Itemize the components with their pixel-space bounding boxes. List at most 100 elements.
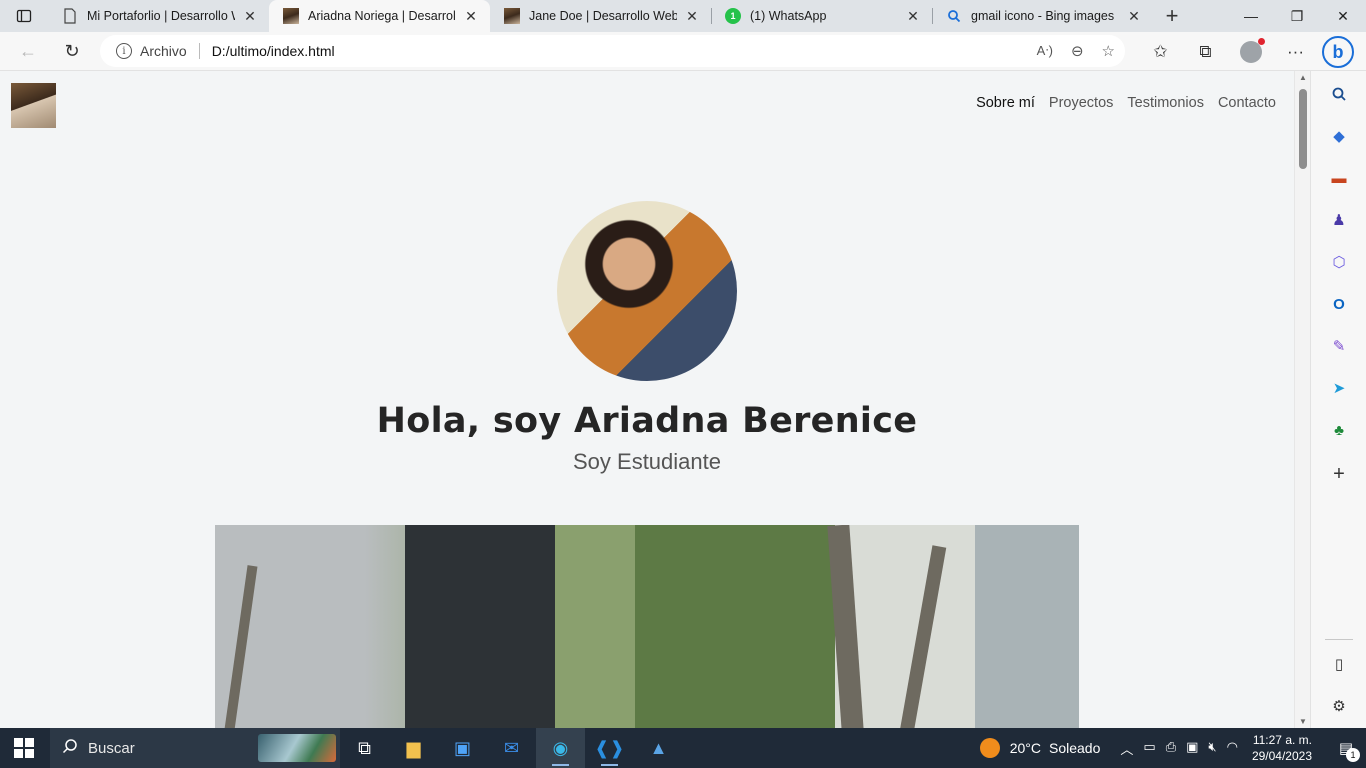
read-aloud-icon[interactable]: Aᐧ) [1037,43,1053,59]
favorites-button[interactable]: ✩ [1138,32,1183,71]
clock-time: 11:27 a. m. [1252,733,1312,747]
whatsapp-icon: 1 [725,8,741,24]
close-icon[interactable]: ✕ [683,7,701,25]
nav-link-testimonials[interactable]: Testimonios [1127,95,1204,111]
search-highlight-image [258,734,336,762]
sidebar-games-icon[interactable]: ♟ [1328,209,1350,231]
device-icon[interactable]: ⎙ [1166,739,1176,758]
sidebar-tools-icon[interactable]: ▬ [1328,167,1350,189]
sidebar-tree-icon[interactable]: ♣ [1328,419,1350,441]
windows-logo-icon [14,738,23,747]
minimize-icon: — [1244,8,1258,24]
volume-muted-icon[interactable]: 🔇︎ [1208,739,1216,758]
sidebar-office-icon[interactable]: ⬡ [1328,251,1350,273]
page-scrollbar[interactable]: ▲ ▼ [1294,71,1310,728]
collections-button[interactable]: ⧉ [1183,32,1228,71]
address-url[interactable]: D:/ultimo/index.html [212,43,335,59]
edge-icon: ◉ [552,737,569,758]
back-button[interactable]: ← [8,35,48,67]
zoom-out-icon[interactable]: ⊖ [1071,42,1084,60]
tab-title: (1) WhatsApp [750,9,827,23]
address-bar[interactable]: i Archivo D:/ultimo/index.html Aᐧ) ⊖ ☆ [100,35,1125,67]
close-icon[interactable]: ✕ [241,7,259,25]
tray-icons: ︿ ▭ ⎙ ▣ 🔇︎ ◠ [1120,739,1238,758]
vscode-taskbar-button[interactable]: ❰❱ [585,728,634,768]
browser-tab[interactable]: gmail icono - Bing images ✕ [932,0,1153,32]
screen-icon[interactable]: ▣ [1186,739,1198,758]
close-icon[interactable]: ✕ [462,7,480,25]
scroll-up-arrow-icon[interactable]: ▲ [1299,73,1307,82]
sidebar-add-icon[interactable]: + [1328,463,1350,485]
sidebar-panel-toggle-icon[interactable]: ▯ [1328,653,1350,675]
more-menu-button[interactable]: ··· [1273,32,1318,71]
close-icon[interactable]: ✕ [904,7,922,25]
weather-widget[interactable]: 20°C Soleado [979,738,1100,758]
favorites-icon: ✩ [1153,41,1168,61]
tab-title: Jane Doe | Desarrollo Web Fr [529,9,677,23]
file-explorer-button[interactable]: ▆ [389,728,438,768]
sidebar-designer-icon[interactable]: ✎ [1328,335,1350,357]
chevron-up-icon[interactable]: ︿ [1120,739,1133,758]
edge-taskbar-button[interactable]: ◉ [536,728,585,768]
minimize-button[interactable]: — [1228,0,1274,32]
taskbar-apps: ⧉ ▆ ▣ ✉ ◉ ❰❱ ▲ [340,728,683,768]
info-icon[interactable]: i [116,43,132,59]
tab-title: gmail icono - Bing images [971,9,1115,23]
add-favorite-icon[interactable]: ☆ [1102,42,1115,60]
battery-icon[interactable]: ▭ [1143,739,1155,758]
browser-tab-strip: Mi Portaforlio | Desarrollo We ✕ Ariadna… [0,0,1366,32]
notification-badge: 1 [1346,748,1360,762]
new-tab-button[interactable]: + [1153,0,1191,32]
windows-taskbar: Buscar ⧉ ▆ ▣ ✉ ◉ ❰❱ ▲ 20°C Soleado ︿ ▭ ⎙… [0,728,1366,768]
taskbar-search[interactable]: Buscar [50,728,340,768]
sidebar-outlook-icon[interactable]: O [1328,293,1350,315]
browser-tab[interactable]: Mi Portaforlio | Desarrollo We ✕ [48,0,269,32]
tab-title: Ariadna Noriega | Desarrollo [308,9,456,23]
sidebar-search-icon[interactable] [1328,83,1350,105]
photo-favicon-icon [504,8,520,24]
nav-link-contact[interactable]: Contacto [1218,95,1276,111]
taskbar-clock[interactable]: 11:27 a. m. 29/04/2023 [1252,732,1312,764]
browser-tab[interactable]: Jane Doe | Desarrollo Web Fr ✕ [490,0,711,32]
browser-toolbar: ← ↻ i Archivo D:/ultimo/index.html Aᐧ) ⊖… [0,32,1366,71]
tab-actions-button[interactable] [0,0,48,32]
scroll-down-arrow-icon[interactable]: ▼ [1299,717,1307,726]
window-controls: — ❐ ✕ [1228,0,1366,32]
back-arrow-icon: ← [19,40,37,61]
weather-temp: 20°C [1009,740,1041,756]
store-button[interactable]: ▣ [438,728,487,768]
task-view-button[interactable]: ⧉ [340,728,389,768]
start-button[interactable] [14,738,34,758]
vscode-icon: ❰❱ [594,737,625,758]
site-nav: Sobre mí Proyectos Testimonios Contacto [976,95,1276,111]
edge-sidebar: ◆ ▬ ♟ ⬡ O ✎ ➤ ♣ + ▯ ⚙ [1310,71,1366,728]
nav-link-about[interactable]: Sobre mí [976,95,1035,111]
photos-icon: ▲ [649,737,668,758]
notifications-button[interactable]: ▤ 1 [1326,728,1366,768]
refresh-button[interactable]: ↻ [52,35,92,67]
hero-subtitle: Soy Estudiante [573,449,721,474]
wifi-icon[interactable]: ◠ [1227,739,1238,758]
nav-link-projects[interactable]: Proyectos [1049,95,1113,111]
restore-button[interactable]: ❐ [1274,0,1320,32]
refresh-icon: ↻ [64,40,80,61]
profile-button[interactable] [1228,32,1273,71]
site-logo[interactable] [11,83,56,128]
folder-icon: ▆ [406,737,421,758]
close-icon: ✕ [1337,7,1349,24]
mail-button[interactable]: ✉ [487,728,536,768]
sidebar-shopping-icon[interactable]: ◆ [1328,125,1350,147]
scroll-thumb[interactable] [1299,89,1307,169]
sidebar-send-icon[interactable]: ➤ [1328,377,1350,399]
page-icon [62,8,78,24]
bing-chat-button[interactable]: b [1322,36,1354,68]
hero-title: Hola, soy Ariadna Berenice [376,401,918,441]
close-icon[interactable]: ✕ [1125,7,1143,25]
browser-tab[interactable]: 1 (1) WhatsApp ✕ [711,0,932,32]
tab-title: Mi Portaforlio | Desarrollo We [87,9,235,23]
search-icon [62,738,78,758]
sidebar-settings-icon[interactable]: ⚙ [1328,695,1350,717]
browser-tab-active[interactable]: Ariadna Noriega | Desarrollo ✕ [269,0,490,32]
close-window-button[interactable]: ✕ [1320,0,1366,32]
photos-button[interactable]: ▲ [634,728,683,768]
